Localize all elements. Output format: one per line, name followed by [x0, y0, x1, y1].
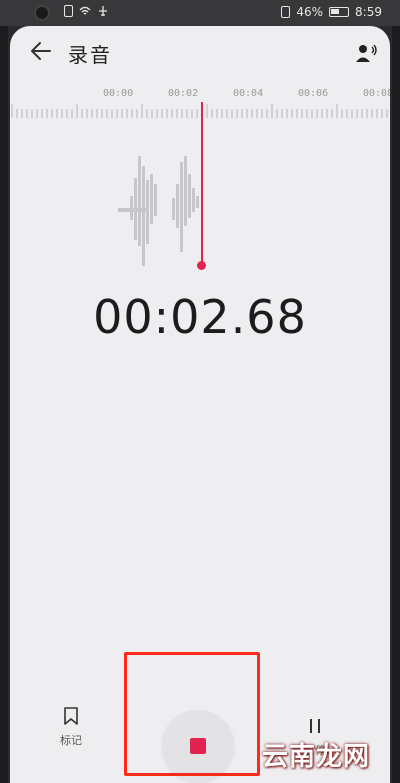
tutorial-highlight-box	[124, 652, 260, 776]
tick-label: 00:00	[103, 88, 134, 99]
airplane-icon	[99, 6, 107, 16]
watermark: 云南龙网	[262, 742, 371, 772]
device-bezel-left	[0, 0, 8, 783]
timeline-ruler: 00:00 00:02 00:04 00:06 00:08	[10, 86, 390, 126]
tick-label: 00:04	[233, 88, 264, 99]
vibrate-icon	[281, 6, 291, 18]
sim-icon	[64, 5, 73, 17]
battery-percent: 46%	[296, 5, 324, 19]
mark-button[interactable]: 标记	[46, 706, 96, 762]
device-bezel-right	[392, 0, 400, 783]
tick-label: 00:02	[168, 88, 199, 99]
front-camera	[34, 5, 50, 21]
page-title: 录音	[68, 43, 112, 67]
speaker-voice-icon[interactable]	[354, 42, 378, 64]
playhead-handle[interactable]	[197, 261, 206, 270]
clock: 8:59	[355, 5, 382, 19]
battery-icon	[329, 7, 350, 17]
wifi-icon	[79, 6, 91, 15]
arrow-left-icon[interactable]	[28, 38, 54, 64]
tick-label: 00:08	[363, 88, 390, 99]
mark-label: 标记	[60, 734, 82, 747]
ruler-ticks	[11, 104, 388, 118]
bookmark-icon	[64, 707, 78, 725]
app-bar: 录音	[10, 26, 390, 82]
tick-label: 00:06	[298, 88, 329, 99]
elapsed-time: 00:02.68	[93, 290, 307, 344]
pause-icon	[310, 719, 320, 733]
status-bar: 46% 8:59	[0, 0, 400, 26]
playhead-line	[201, 102, 203, 265]
